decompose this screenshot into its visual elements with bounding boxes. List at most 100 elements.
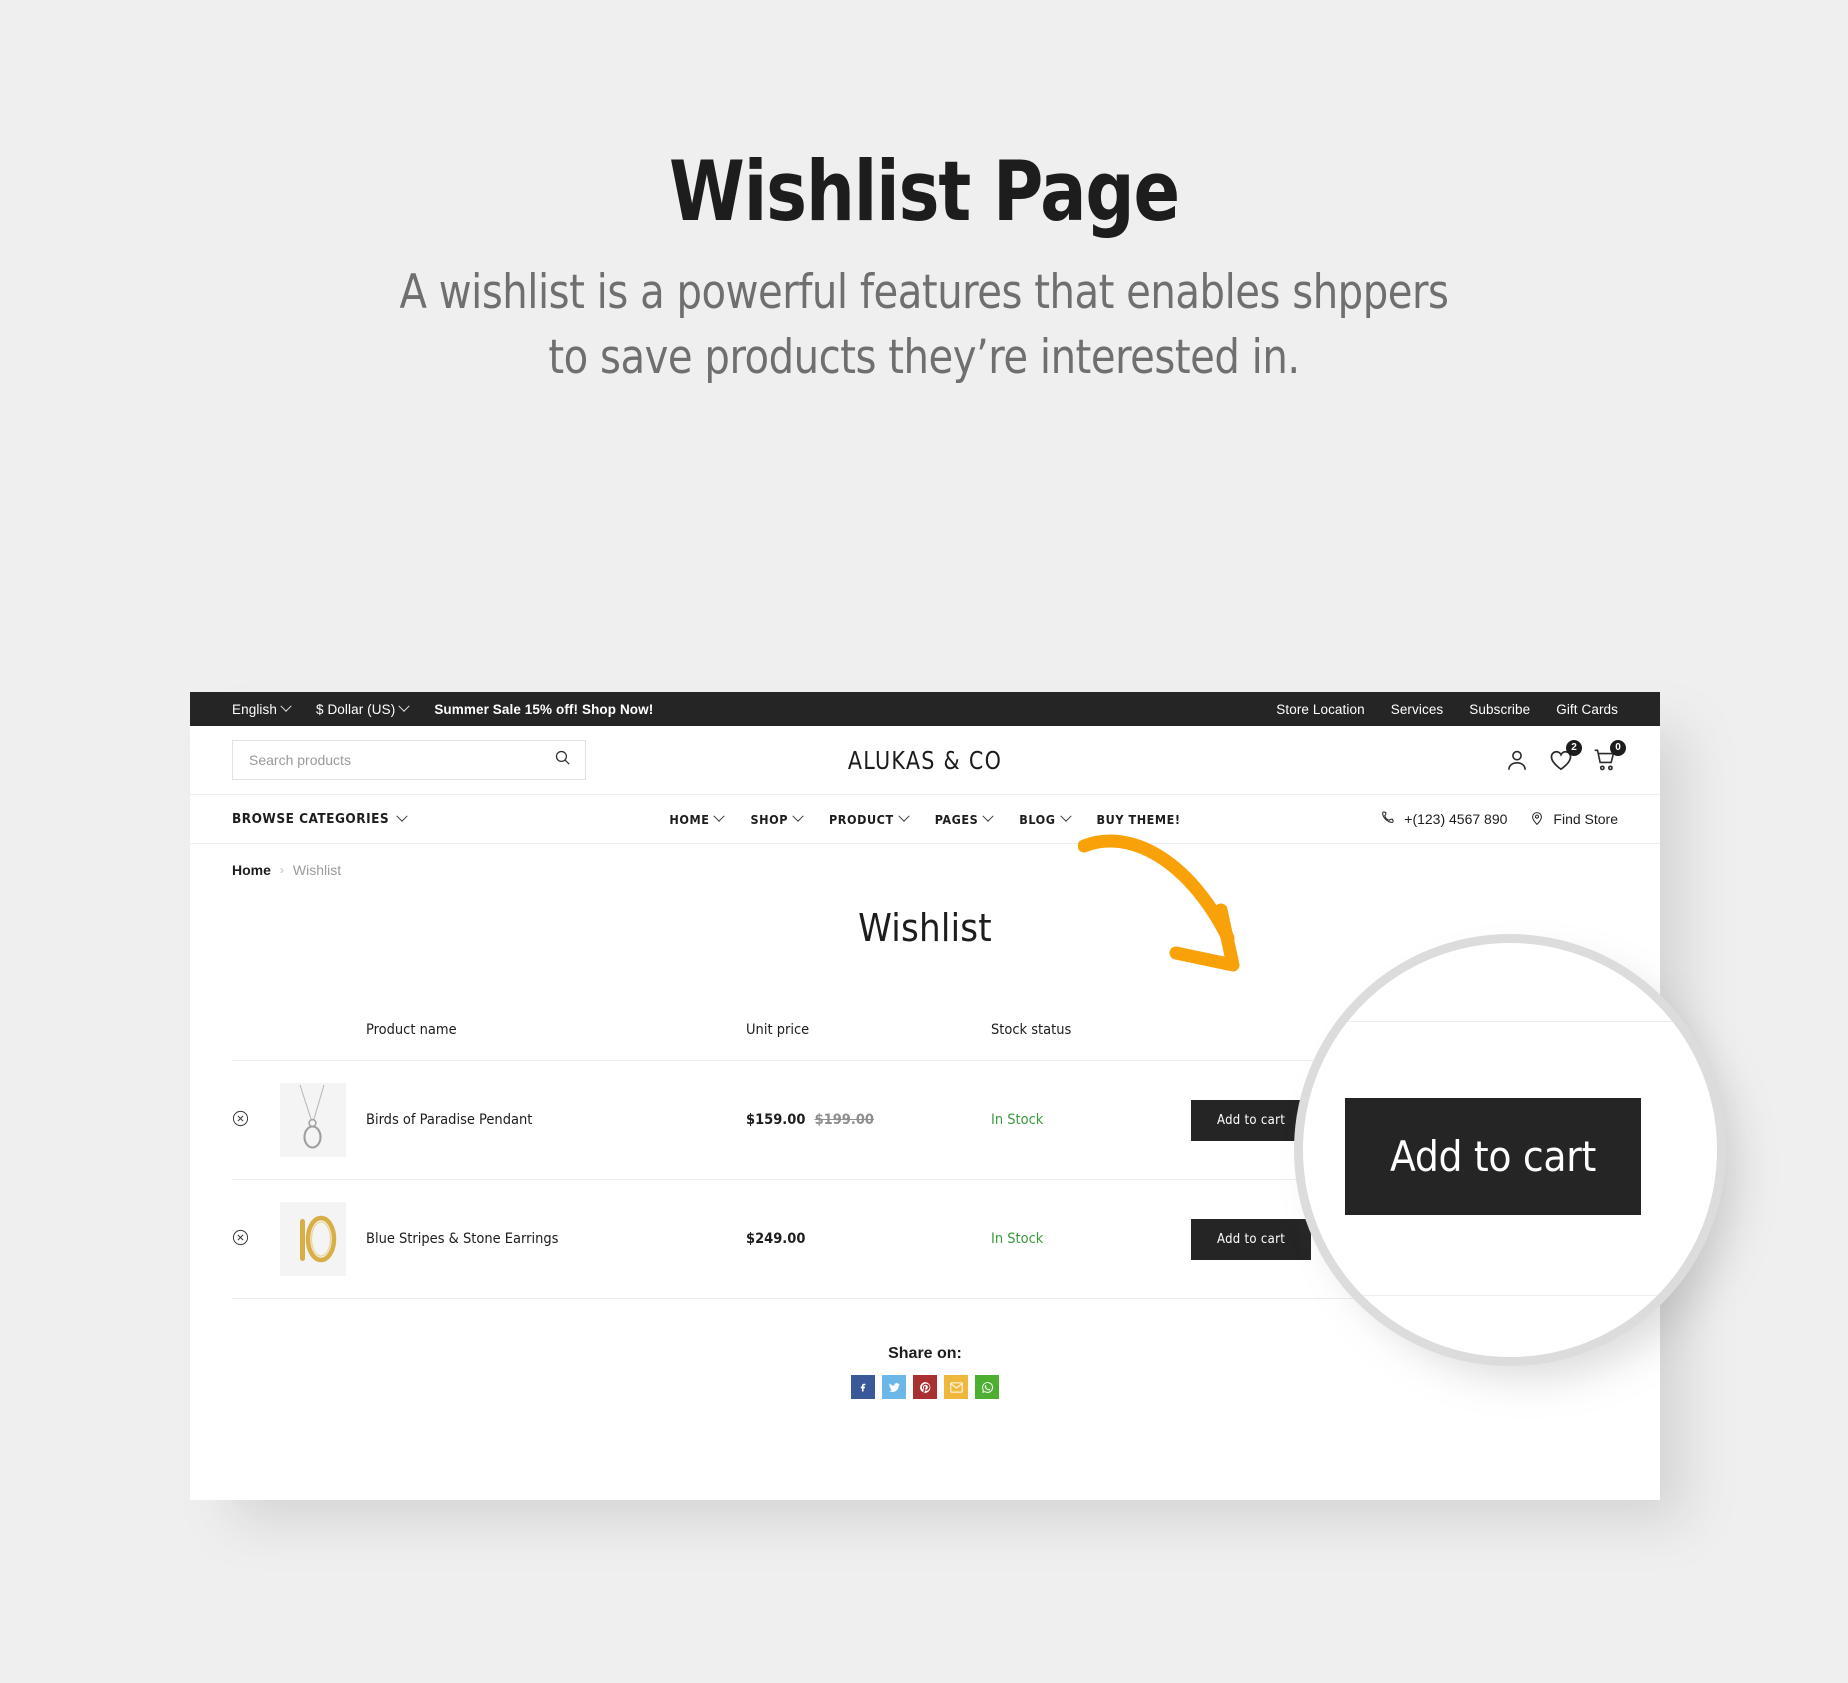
status-badge: In Stock — [991, 1231, 1044, 1247]
share-icon-list — [232, 1375, 1618, 1399]
promo-subtitle-line1: A wishlist is a powerful features that e… — [399, 265, 1449, 321]
breadcrumb: Home › Wishlist — [190, 844, 1660, 878]
status-badge: In Stock — [991, 1112, 1044, 1128]
utility-topbar: English $ Dollar (US) Summer Sale 15% of… — [190, 692, 1660, 726]
topbar-left-group: English $ Dollar (US) Summer Sale 15% of… — [232, 700, 653, 717]
cell-remove — [232, 1060, 280, 1180]
price-original: $199.00 — [814, 1112, 874, 1128]
topbar-right-group: Store Location Services Subscribe Gift C… — [1276, 702, 1618, 717]
cell-unit-price: $249.00 — [746, 1179, 991, 1299]
search-box[interactable] — [232, 740, 586, 780]
chevron-down-icon — [396, 810, 408, 822]
nav-item-label: HOME — [669, 811, 710, 827]
wishlist-count-badge: 2 — [1566, 740, 1582, 756]
find-store-link[interactable]: Find Store — [1529, 810, 1618, 829]
find-store-label: Find Store — [1553, 811, 1618, 827]
zoom-callout-circle: Add to cart — [1294, 934, 1726, 1366]
breadcrumb-current: Wishlist — [292, 862, 342, 878]
wishlist-heart-icon[interactable]: 2 — [1548, 740, 1582, 773]
language-selector[interactable]: English — [232, 700, 292, 717]
cell-unit-price: $159.00 $199.00 — [746, 1060, 991, 1180]
wishlist-page-heading: Wishlist — [858, 906, 992, 950]
topbar-promo-text[interactable]: Summer Sale 15% off! Shop Now! — [434, 702, 653, 717]
cell-stock-status: In Stock — [991, 1060, 1191, 1180]
nav-item-label: PRODUCT — [829, 811, 894, 827]
header-icon-group: 2 0 — [1504, 740, 1626, 773]
cell-stock-status: In Stock — [991, 1179, 1191, 1299]
browse-categories-button[interactable]: BROWSE CATEGORIES — [232, 810, 408, 827]
price-current: $249.00 — [746, 1231, 806, 1247]
phone-icon — [1380, 810, 1396, 829]
product-thumbnail-earrings[interactable] — [280, 1202, 346, 1276]
nav-item-home[interactable]: HOME — [669, 810, 726, 827]
nav-item-label: BLOG — [1019, 811, 1056, 827]
chevron-down-icon — [280, 700, 292, 712]
twitter-icon[interactable] — [882, 1375, 906, 1399]
currency-label: $ Dollar (US) — [315, 701, 396, 717]
nav-item-product[interactable]: PRODUCT — [829, 810, 910, 827]
search-input[interactable] — [247, 751, 554, 769]
site-header: ALUKAS & CO 2 0 — [190, 726, 1660, 794]
phone-number: +(123) 4567 890 — [1404, 811, 1508, 827]
chevron-down-icon — [398, 700, 410, 712]
whatsapp-icon[interactable] — [975, 1375, 999, 1399]
th-stock-status: Stock status — [991, 1022, 1191, 1061]
promo-subtitle: A wishlist is a powerful features that e… — [46, 235, 1802, 391]
promo-header: Wishlist Page A wishlist is a powerful f… — [0, 0, 1848, 391]
cell-thumbnail — [280, 1179, 366, 1299]
cart-count-badge: 0 — [1610, 740, 1626, 756]
cell-product-name[interactable]: Blue Stripes & Stone Earrings — [366, 1179, 746, 1299]
nav-item-shop[interactable]: SHOP — [750, 810, 804, 827]
product-thumbnail-necklace[interactable] — [280, 1083, 346, 1157]
browse-categories-label: BROWSE CATEGORIES — [232, 811, 390, 827]
share-label: Share on: — [888, 1345, 962, 1362]
price-current: $159.00 — [746, 1112, 806, 1128]
chevron-down-icon — [982, 810, 994, 822]
th-product-name: Product name — [366, 1022, 746, 1061]
language-label: English — [232, 701, 277, 717]
facebook-icon[interactable] — [851, 1375, 875, 1399]
pinterest-icon[interactable] — [913, 1375, 937, 1399]
phone-link[interactable]: +(123) 4567 890 — [1380, 810, 1507, 829]
magnifier-divider-bottom — [1303, 1295, 1717, 1296]
chevron-down-icon — [898, 810, 910, 822]
add-to-cart-button[interactable]: Add to cart — [1191, 1218, 1312, 1260]
cell-thumbnail — [280, 1060, 366, 1180]
remove-circle-x-icon[interactable] — [232, 1229, 249, 1246]
cart-icon[interactable]: 0 — [1592, 740, 1626, 773]
share-section: Share on: — [232, 1345, 1618, 1399]
breadcrumb-home[interactable]: Home — [232, 862, 271, 878]
nav-contact-group: +(123) 4567 890 Find Store — [1380, 810, 1618, 829]
magnifier-divider-top — [1303, 1021, 1717, 1022]
chevron-down-icon — [1059, 810, 1072, 822]
remove-circle-x-icon[interactable] — [232, 1110, 249, 1127]
search-icon[interactable] — [554, 749, 571, 771]
nav-item-label: SHOP — [750, 811, 788, 827]
cell-remove — [232, 1179, 280, 1299]
th-image — [280, 1022, 366, 1061]
promo-subtitle-line2: to save products they’re interested in. — [548, 330, 1300, 385]
email-icon[interactable] — [944, 1375, 968, 1399]
breadcrumb-separator: › — [279, 863, 284, 877]
nav-item-pages[interactable]: PAGES — [934, 810, 994, 827]
topbar-link-services[interactable]: Services — [1391, 702, 1444, 717]
nav-item-blog[interactable]: BLOG — [1019, 810, 1072, 827]
topbar-link-gift-cards[interactable]: Gift Cards — [1556, 702, 1618, 717]
main-navigation: BROWSE CATEGORIES HOME SHOP PRODUCT PAGE… — [190, 794, 1660, 844]
nav-item-label: BUY THEME! — [1096, 811, 1181, 827]
chevron-down-icon — [792, 810, 804, 822]
nav-item-label: PAGES — [934, 811, 979, 827]
chevron-down-icon — [713, 810, 726, 822]
user-icon[interactable] — [1504, 747, 1530, 773]
th-remove — [232, 1022, 280, 1061]
nav-item-buy-theme[interactable]: BUY THEME! — [1097, 812, 1181, 827]
location-pin-icon — [1529, 810, 1545, 829]
magnified-add-to-cart-button[interactable]: Add to cart — [1345, 1098, 1641, 1215]
currency-selector[interactable]: $ Dollar (US) — [315, 700, 410, 717]
topbar-link-store-location[interactable]: Store Location — [1276, 702, 1364, 717]
cell-product-name[interactable]: Birds of Paradise Pendant — [366, 1060, 746, 1180]
th-unit-price: Unit price — [746, 1022, 991, 1061]
add-to-cart-button[interactable]: Add to cart — [1191, 1099, 1312, 1141]
page-title: Wishlist Page — [669, 143, 1180, 240]
topbar-link-subscribe[interactable]: Subscribe — [1469, 702, 1530, 717]
